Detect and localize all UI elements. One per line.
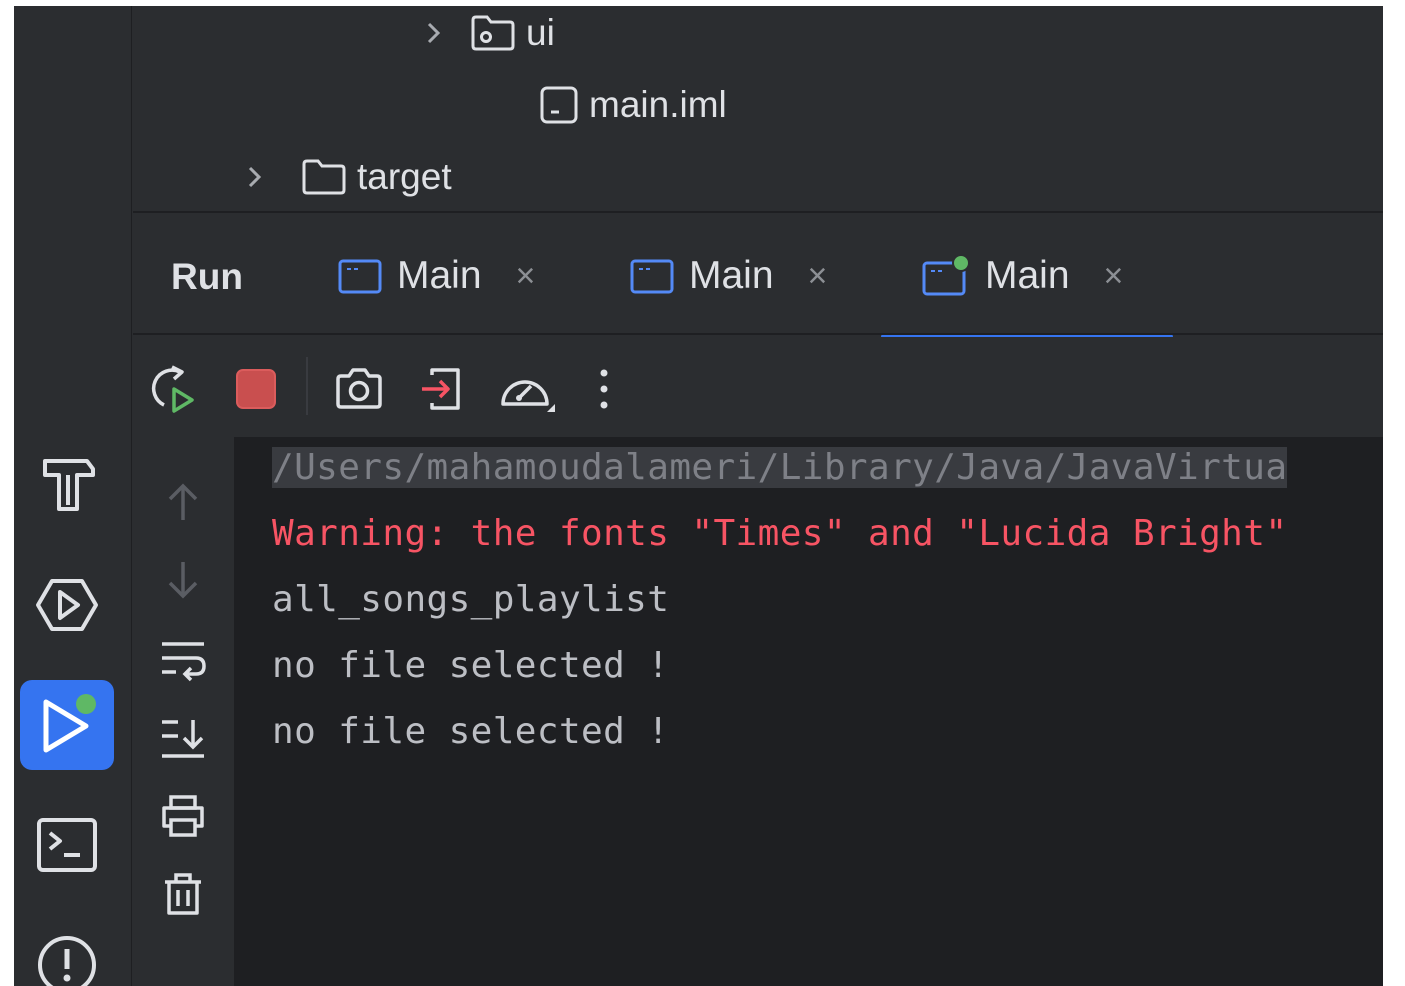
module-file-icon (539, 85, 579, 125)
application-window-icon (629, 256, 675, 296)
build-tool-button[interactable] (20, 440, 114, 530)
profiler-icon (501, 380, 555, 412)
problems-icon (38, 936, 96, 986)
run-tab-main-1[interactable]: Main × (337, 249, 535, 303)
terminal-tool-button[interactable] (20, 800, 114, 890)
close-icon[interactable]: × (516, 257, 536, 296)
run-tab-label: Main (397, 254, 482, 297)
ide-window: ui main.iml target Run Main × Main × Mai… (14, 6, 1383, 986)
chevron-right-icon[interactable] (414, 20, 454, 46)
hammer-icon (43, 459, 95, 511)
console-line-warning: Warning: the fonts "Times" and "Lucida B… (272, 513, 1288, 554)
problems-tool-button[interactable] (20, 920, 114, 986)
run-tab-main-2[interactable]: Main × (629, 249, 827, 303)
more-actions-button[interactable] (579, 364, 629, 414)
folder-icon (301, 158, 347, 196)
previous-occurrence-button[interactable] (158, 477, 208, 527)
print-button[interactable] (158, 791, 208, 841)
camera-icon (336, 368, 382, 409)
profiler-button[interactable] (497, 364, 557, 414)
scroll-to-end-button[interactable] (158, 713, 208, 763)
soft-wrap-icon (162, 642, 206, 682)
project-tree: ui main.iml target (133, 6, 1383, 211)
console-gutter (133, 437, 234, 986)
console-line: no file selected ! (272, 645, 670, 686)
run-icon (43, 694, 96, 753)
scroll-to-end-icon (162, 720, 204, 758)
tree-item-label: target (357, 156, 452, 197)
running-indicator-dot (76, 694, 96, 714)
console-output[interactable]: /Users/mahamoudalameri/Library/Java/Java… (234, 437, 1383, 986)
close-icon[interactable]: × (808, 257, 828, 296)
toolbar-separator (306, 357, 308, 415)
rerun-button[interactable] (150, 364, 200, 414)
package-folder-icon (470, 14, 516, 52)
run-tab-main-3-active[interactable]: Main × (921, 249, 1123, 303)
soft-wrap-button[interactable] (158, 635, 208, 685)
trash-icon (165, 873, 201, 915)
stop-icon (236, 369, 276, 409)
down-arrow-icon (168, 562, 198, 599)
application-window-icon (337, 256, 383, 296)
console-line: no file selected ! (272, 711, 670, 752)
more-icon (600, 369, 608, 409)
activity-bar (14, 6, 132, 986)
next-occurrence-button[interactable] (158, 555, 208, 605)
activity-bar-divider (131, 6, 132, 986)
run-toolbar (133, 337, 1383, 437)
print-icon (162, 795, 204, 837)
stop-button[interactable] (231, 364, 281, 414)
clear-all-button[interactable] (158, 869, 208, 919)
terminal-icon (37, 818, 97, 872)
run-tool-button[interactable] (20, 680, 114, 770)
rerun-icon (151, 365, 194, 413)
tree-item-label: main.iml (589, 84, 727, 125)
tree-item-main-iml[interactable]: main.iml (539, 80, 727, 130)
console-line: all_songs_playlist (272, 579, 670, 620)
dump-threads-button[interactable] (334, 364, 384, 414)
run-tab-bar: Run Main × Main × Main × (133, 213, 1383, 341)
run-tab-label: Main (689, 254, 774, 297)
console-line-command: /Users/mahamoudalameri/Library/Java/Java… (272, 447, 1288, 488)
tab-bar-divider (133, 333, 1383, 335)
up-arrow-icon (168, 483, 198, 520)
tree-item-ui[interactable]: ui (414, 8, 555, 58)
run-panel-title: Run (171, 256, 243, 297)
close-icon[interactable]: × (1104, 257, 1124, 296)
tree-item-target[interactable]: target (235, 152, 452, 202)
chevron-right-icon[interactable] (235, 164, 275, 190)
tree-item-label: ui (526, 12, 555, 53)
exit-button[interactable] (417, 364, 467, 414)
application-window-running-icon (921, 254, 971, 298)
services-tool-button[interactable] (20, 560, 114, 650)
run-tab-label: Main (985, 254, 1070, 297)
exit-icon (422, 368, 460, 410)
services-icon (36, 579, 98, 631)
